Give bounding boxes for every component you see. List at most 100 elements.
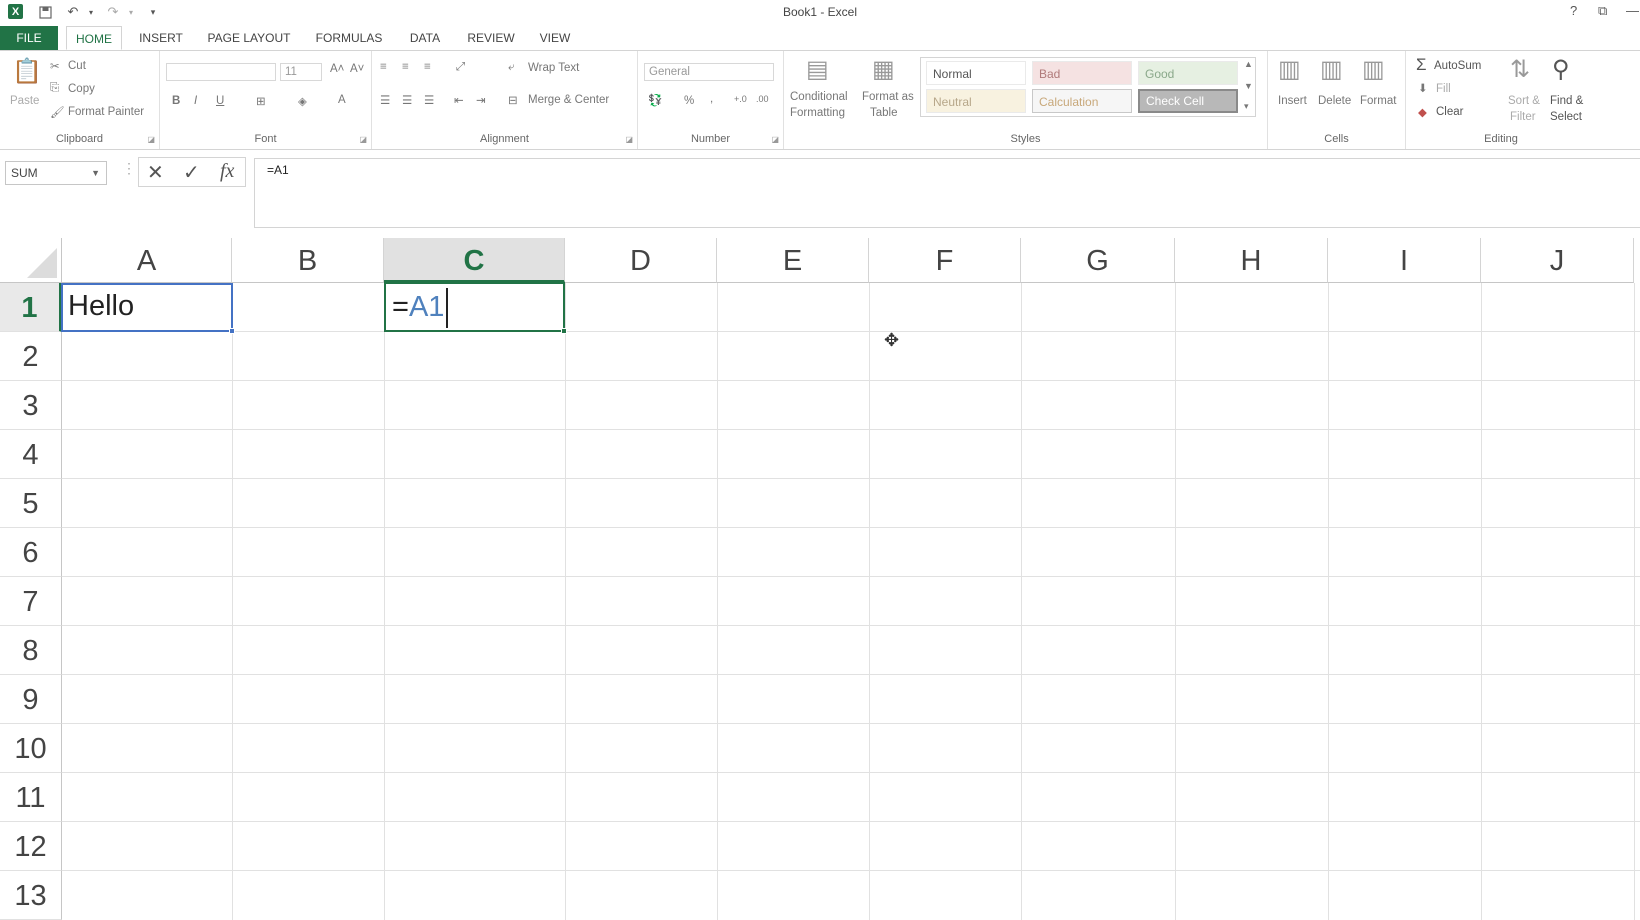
column-header-i[interactable]: I (1328, 238, 1481, 283)
cancel-icon[interactable]: ✕ (147, 160, 164, 185)
decrease-font-icon[interactable]: A˅ (350, 63, 364, 75)
conditional-formatting-label-2[interactable]: Formatting (790, 107, 845, 119)
row-header-8[interactable]: 8 (0, 626, 62, 675)
tab-data[interactable]: DATA (402, 26, 448, 50)
row-header-1[interactable]: 1 (0, 283, 62, 332)
clear-icon[interactable]: ◆ (1418, 105, 1427, 119)
tab-view[interactable]: VIEW (534, 26, 576, 50)
merge-center-button[interactable]: Merge & Center (528, 94, 609, 106)
cut-button[interactable]: Cut (68, 60, 86, 72)
align-right-icon[interactable]: ☰ (424, 93, 434, 107)
align-top-icon[interactable]: ≡ (380, 61, 387, 73)
merge-center-icon[interactable]: ⊟ (508, 93, 518, 107)
paste-button[interactable]: Paste (10, 95, 39, 107)
autosum-icon[interactable]: Σ (1416, 55, 1427, 75)
copy-button[interactable]: Copy (68, 83, 95, 95)
column-header-h[interactable]: H (1175, 238, 1328, 283)
autosum-button[interactable]: AutoSum (1434, 60, 1481, 72)
decrease-indent-icon[interactable]: ⇤ (454, 93, 464, 107)
style-good[interactable]: Good (1138, 61, 1238, 85)
orientation-icon[interactable]: ⤢ (456, 61, 465, 74)
align-middle-icon[interactable]: ≡ (402, 61, 409, 73)
clipboard-launcher-icon[interactable]: ◪ (147, 135, 155, 144)
format-painter-icon[interactable]: 🖌 (50, 105, 65, 119)
style-neutral[interactable]: Neutral (926, 89, 1026, 113)
align-center-icon[interactable]: ☰ (402, 93, 412, 107)
format-cells-icon[interactable]: ▥ (1362, 55, 1385, 84)
enter-icon[interactable]: ✓ (183, 160, 200, 185)
tab-review[interactable]: REVIEW (462, 26, 520, 50)
increase-font-icon[interactable]: A˄ (330, 63, 344, 75)
bold-button[interactable]: B (172, 95, 180, 107)
active-cell-c1[interactable]: =A1 (384, 282, 565, 332)
number-format-dropdown[interactable]: General (644, 63, 774, 81)
number-launcher-icon[interactable]: ◪ (771, 135, 779, 144)
name-box[interactable]: SUM ▼ (5, 161, 107, 185)
style-normal[interactable]: Normal (926, 61, 1026, 85)
row-header-7[interactable]: 7 (0, 577, 62, 626)
format-as-table-label-1[interactable]: Format as (862, 91, 914, 103)
format-as-table-label-2[interactable]: Table (870, 107, 898, 119)
italic-button[interactable]: I (194, 95, 197, 107)
conditional-formatting-label-1[interactable]: Conditional (790, 91, 848, 103)
borders-icon[interactable]: ⊞ (256, 94, 266, 108)
help-button[interactable]: ? (1570, 3, 1577, 18)
style-calculation[interactable]: Calculation (1032, 89, 1132, 113)
column-header-b[interactable]: B (232, 238, 384, 283)
tab-formulas[interactable]: FORMULAS (310, 26, 388, 50)
find-select-label-2[interactable]: Select (1550, 111, 1582, 123)
column-header-f[interactable]: F (869, 238, 1021, 283)
font-color-icon[interactable]: A (338, 94, 346, 106)
insert-cells-icon[interactable]: ▥ (1278, 55, 1301, 84)
alignment-launcher-icon[interactable]: ◪ (625, 135, 633, 144)
row-header-5[interactable]: 5 (0, 479, 62, 528)
delete-cells-button[interactable]: Delete (1318, 95, 1351, 107)
format-cells-button[interactable]: Format (1360, 95, 1396, 107)
conditional-formatting-icon[interactable]: ▤ (806, 55, 829, 84)
cell-c1-editor[interactable]: =A1 (392, 284, 449, 331)
tab-home[interactable]: HOME (66, 26, 122, 50)
font-name-dropdown[interactable] (166, 63, 276, 81)
sort-filter-label-1[interactable]: Sort & (1508, 95, 1540, 107)
column-header-c[interactable]: C (384, 238, 565, 283)
format-as-table-icon[interactable]: ▦ (872, 55, 895, 84)
find-select-label-1[interactable]: Find & (1550, 95, 1583, 107)
column-header-a[interactable]: A (62, 238, 232, 283)
align-bottom-icon[interactable]: ≡ (424, 61, 431, 73)
select-all-button[interactable] (0, 238, 62, 283)
insert-cells-button[interactable]: Insert (1278, 95, 1307, 107)
fill-button[interactable]: Fill (1436, 83, 1451, 95)
column-header-d[interactable]: D (565, 238, 717, 283)
tab-file[interactable]: FILE (0, 26, 58, 50)
column-header-g[interactable]: G (1021, 238, 1175, 283)
wrap-text-icon[interactable]: ⤶ (508, 61, 514, 74)
comma-style-button[interactable]: , (710, 93, 713, 105)
font-launcher-icon[interactable]: ◪ (359, 135, 367, 144)
row-header-2[interactable]: 2 (0, 332, 62, 381)
underline-button[interactable]: U (216, 95, 224, 107)
format-painter-button[interactable]: Format Painter (68, 106, 144, 118)
binoculars-icon[interactable]: ⚲ (1552, 55, 1570, 84)
insert-function-icon[interactable]: fx (220, 160, 234, 183)
percent-style-button[interactable]: % (684, 95, 694, 107)
fill-color-icon[interactable]: ◈ (298, 94, 307, 108)
chevron-down-icon[interactable]: ▼ (91, 162, 100, 184)
row-header-3[interactable]: 3 (0, 381, 62, 430)
row-header-4[interactable]: 4 (0, 430, 62, 479)
row-header-11[interactable]: 11 (0, 773, 62, 822)
column-header-e[interactable]: E (717, 238, 869, 283)
sort-filter-icon[interactable]: ⇅ (1510, 55, 1530, 84)
decrease-decimal-icon[interactable]: .00 (756, 94, 769, 104)
clear-button[interactable]: Clear (1436, 106, 1463, 118)
row-header-13[interactable]: 13 (0, 871, 62, 920)
font-size-dropdown[interactable]: 11 (280, 63, 322, 81)
fill-icon[interactable]: ⬇ (1418, 81, 1428, 95)
styles-scroll-up-icon[interactable]: ▲ (1244, 59, 1253, 69)
increase-indent-icon[interactable]: ⇥ (476, 93, 486, 107)
row-header-12[interactable]: 12 (0, 822, 62, 871)
restore-ribbon-button[interactable]: ⧉ (1598, 3, 1607, 19)
styles-scroll-down-icon[interactable]: ▼ (1244, 81, 1253, 91)
style-bad[interactable]: Bad (1032, 61, 1132, 85)
copy-icon[interactable]: ⎘ (50, 82, 59, 95)
row-header-10[interactable]: 10 (0, 724, 62, 773)
